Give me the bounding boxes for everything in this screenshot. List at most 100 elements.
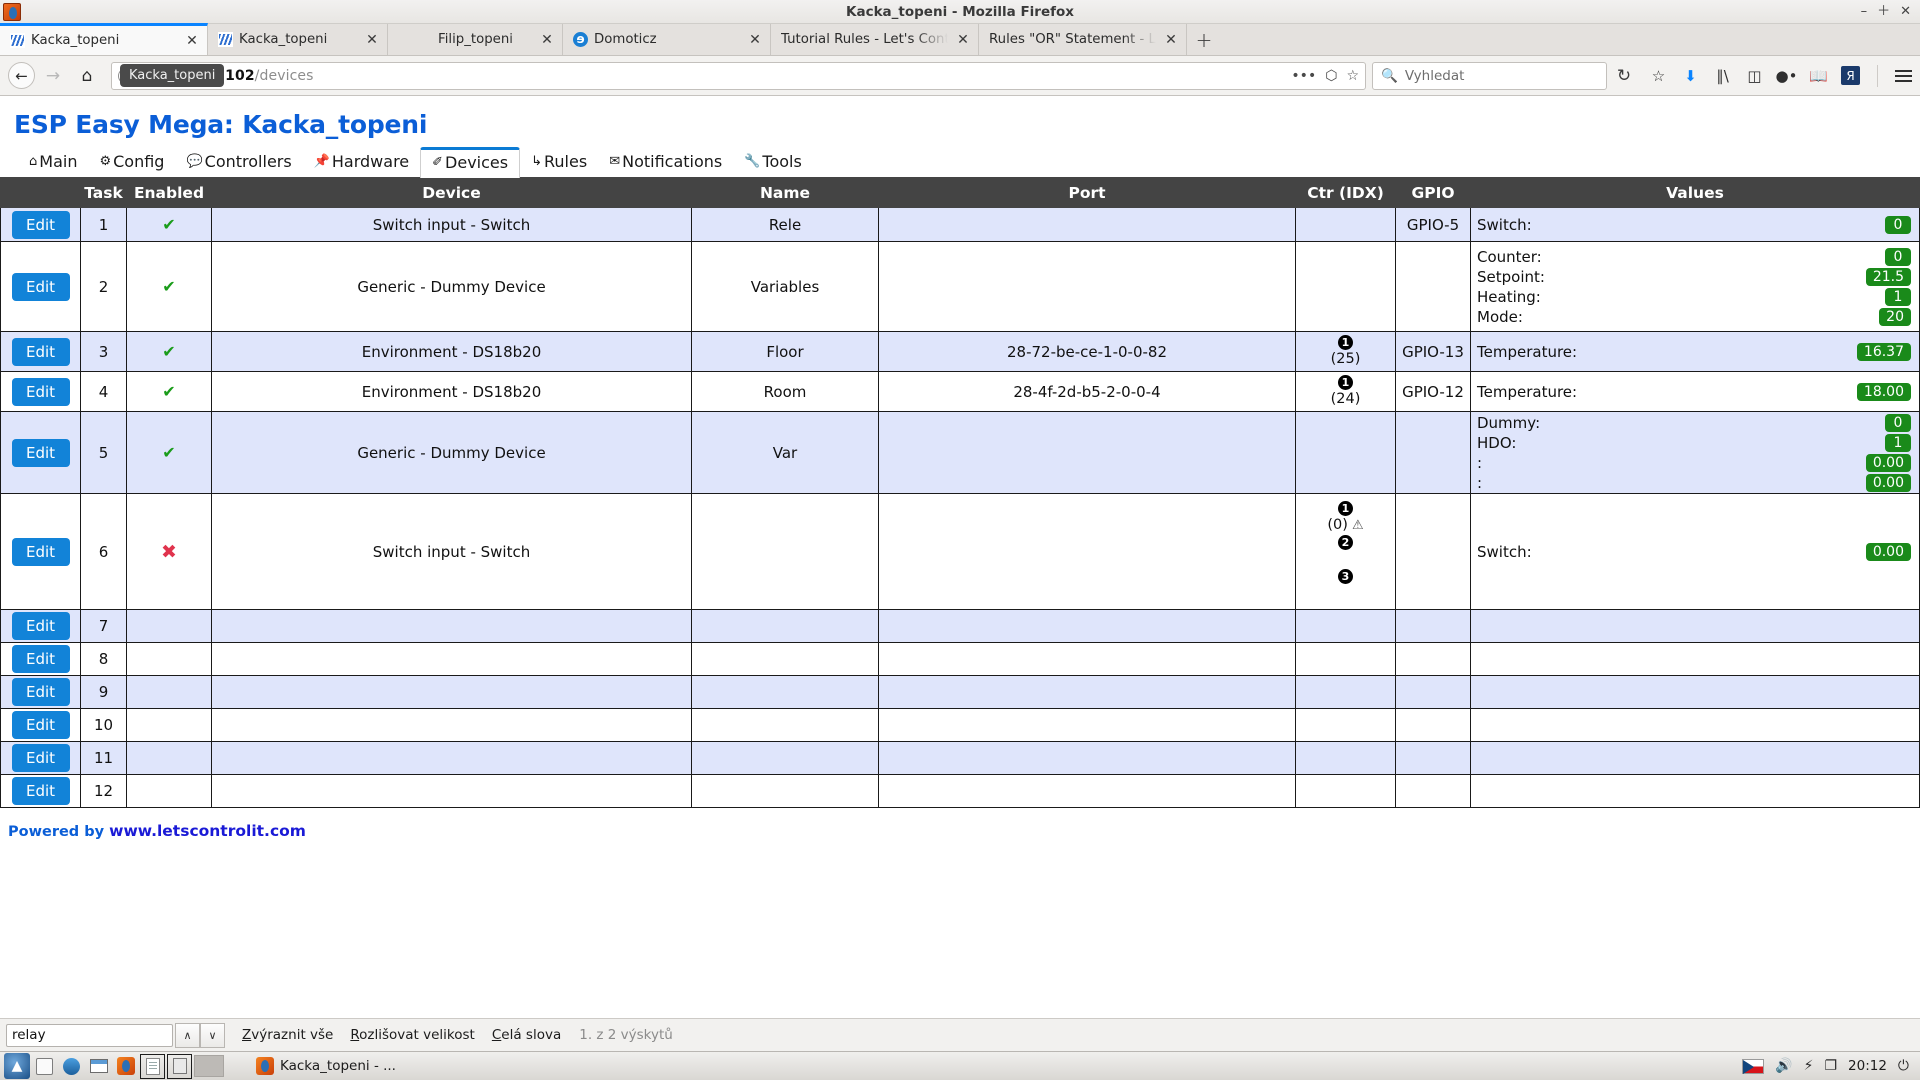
nav-item-config[interactable]: ⚙ Config: [88, 148, 175, 177]
bookmarks-icon[interactable]: 📖: [1809, 66, 1828, 85]
browser-tab-2[interactable]: Kacka_topeni ✕: [208, 24, 388, 55]
tab-close-icon[interactable]: ✕: [363, 33, 381, 47]
find-previous-button[interactable]: ∧: [175, 1022, 200, 1048]
sidebar-icon[interactable]: ◫: [1745, 66, 1764, 85]
filemanager-icon[interactable]: [167, 1053, 192, 1079]
edit-button[interactable]: Edit: [11, 711, 70, 739]
nav-item-main[interactable]: ⌂ Main: [18, 148, 88, 177]
maximize-button[interactable]: ＋: [1877, 5, 1890, 18]
edit-button[interactable]: Edit: [11, 337, 70, 366]
browser-tab-1[interactable]: Kacka_topeni ✕: [0, 23, 208, 55]
browser-tab-4[interactable]: Domoticz ✕: [563, 24, 771, 55]
yandex-icon[interactable]: Я: [1841, 66, 1860, 85]
downloads-icon[interactable]: ⬇: [1681, 66, 1700, 85]
nav-item-hardware[interactable]: 📌 Hardware: [303, 148, 420, 177]
new-tab-button[interactable]: +: [1187, 24, 1221, 55]
cell-ctr-idx: 1 (24): [1295, 371, 1396, 412]
cell-name: [691, 708, 879, 742]
page-actions-icon[interactable]: •••: [1291, 68, 1316, 84]
cell-values: Switch: 0: [1470, 207, 1920, 242]
value-row: Dummy: 0: [1471, 413, 1919, 433]
edit-button[interactable]: Edit: [11, 744, 70, 772]
menu-icon[interactable]: [1895, 69, 1912, 82]
table-row: Edit 2 ✔ Generic - Dummy Device Variables Cou…: [0, 241, 1920, 332]
nav-item-rules[interactable]: ↳ Rules: [520, 148, 598, 177]
cell-gpio: [1395, 774, 1471, 808]
home-button[interactable]: ⌂: [71, 61, 103, 91]
desktop-taskbar: ▲ Kacka_topeni - ... 🔊 ⚡ ❐ 20:12 ⏻: [0, 1051, 1920, 1080]
value-badge: 21.5: [1865, 267, 1911, 286]
browser-tab-5[interactable]: Tutorial Rules - Let's Control It ✕: [771, 24, 979, 55]
terminal-icon[interactable]: [86, 1054, 111, 1079]
shutdown-icon[interactable]: ⏻: [1898, 1058, 1909, 1074]
th-device: Device: [211, 177, 692, 208]
taskbar-window-button[interactable]: Kacka_topeni - ...: [248, 1055, 404, 1077]
tab-close-icon[interactable]: ✕: [746, 33, 764, 47]
edit-button[interactable]: Edit: [11, 537, 70, 566]
highlight-all-button[interactable]: Zvýraznit všeZvýraznit vše: [242, 1027, 333, 1043]
browser-tab-3[interactable]: Filip_topeni ✕: [388, 24, 563, 55]
star-container-icon[interactable]: ☆: [1649, 66, 1668, 85]
cell-task: 6: [80, 493, 127, 610]
search-bar[interactable]: 🔍 Vyhledat: [1372, 61, 1607, 90]
nav-item-devices[interactable]: ✐ Devices: [420, 147, 521, 178]
edit-button[interactable]: Edit: [11, 645, 70, 673]
cz-flag-icon[interactable]: [1742, 1058, 1765, 1074]
esp-favicon-icon: [10, 33, 25, 48]
browser-tab-6[interactable]: Rules "OR" Statement - Let's Control It …: [979, 24, 1187, 55]
cell-edit: Edit: [0, 675, 81, 709]
tab-close-icon[interactable]: ✕: [954, 33, 972, 47]
back-button[interactable]: ←: [8, 62, 35, 89]
disabled-x-icon: ✖: [161, 540, 177, 563]
bookmark-star-icon[interactable]: ☆: [1346, 68, 1359, 84]
edit-button[interactable]: Edit: [11, 678, 70, 706]
tab-close-icon[interactable]: ✕: [183, 34, 201, 48]
editor-icon[interactable]: [140, 1053, 165, 1079]
firefox-app-icon: [3, 2, 21, 21]
cell-device: Switch input - Switch: [211, 493, 692, 610]
edit-button[interactable]: Edit: [11, 210, 70, 239]
cell-ctr-idx: [1295, 708, 1396, 742]
value-badge: 18.00: [1856, 382, 1911, 401]
match-case-button[interactable]: Rozlišovat velikost: [350, 1027, 475, 1043]
cell-values: Counter: 0 Setpoint: 21.5 Heating: 1 Mode: 20: [1470, 241, 1920, 332]
nav-item-notifications[interactable]: ✉ Notifications: [598, 148, 733, 177]
letscontrolit-link[interactable]: www.letscontrolit.com: [109, 822, 306, 840]
cell-name: Rele: [691, 207, 879, 242]
edit-button[interactable]: Edit: [11, 377, 70, 406]
table-row: Edit 3 ✔ Environment - DS18b20 Floor 28-72-be…: [0, 331, 1920, 372]
nav-item-tools[interactable]: 🔧 Tools: [733, 148, 813, 177]
cell-enabled: ✖: [126, 493, 212, 610]
library-icon[interactable]: ∥\: [1713, 66, 1732, 85]
edit-button[interactable]: Edit: [11, 777, 70, 805]
browser-launcher-icon[interactable]: [59, 1054, 84, 1079]
value-badge: 0.00: [1865, 473, 1911, 492]
edit-button[interactable]: Edit: [11, 438, 70, 467]
workspace-switcher-icon[interactable]: ❐: [1824, 1058, 1837, 1074]
forward-button[interactable]: →: [37, 61, 69, 91]
edit-button[interactable]: Edit: [11, 272, 70, 301]
minimize-button[interactable]: –: [1861, 5, 1868, 18]
tab-label: Kacka_topeni: [239, 32, 328, 47]
tab-close-icon[interactable]: ✕: [1162, 33, 1180, 47]
tab-close-icon[interactable]: ✕: [538, 33, 556, 47]
files-icon[interactable]: [32, 1054, 57, 1079]
reload-button[interactable]: ↻: [1609, 61, 1639, 91]
power-bolt-icon[interactable]: ⚡: [1804, 1058, 1814, 1074]
edit-button[interactable]: Edit: [11, 612, 70, 640]
launcher-icon[interactable]: ▲: [4, 1053, 30, 1079]
nav-item-controllers[interactable]: 💬 Controllers: [175, 148, 302, 177]
find-input[interactable]: relay: [6, 1023, 173, 1047]
controller-spacer: [1343, 585, 1348, 602]
firefox-taskbar-icon[interactable]: [113, 1054, 138, 1079]
volume-icon[interactable]: 🔊: [1775, 1058, 1792, 1074]
find-next-button[interactable]: ∨: [200, 1022, 225, 1048]
reader-mode-icon[interactable]: ⬡: [1325, 68, 1337, 84]
pocket-icon[interactable]: ●•: [1776, 66, 1798, 85]
controller-idx: (25): [1330, 351, 1361, 368]
close-button[interactable]: ✕: [1900, 5, 1911, 18]
url-bar[interactable]: 192.168.1.102/devices ••• ⬡ ☆: [111, 61, 1366, 90]
search-input[interactable]: Vyhledat: [1405, 68, 1465, 84]
whole-words-button[interactable]: Celá slova: [492, 1027, 561, 1043]
toolbar-icons: ☆ ⬇ ∥\ ◫ ●• 📖 Я: [1649, 64, 1912, 87]
